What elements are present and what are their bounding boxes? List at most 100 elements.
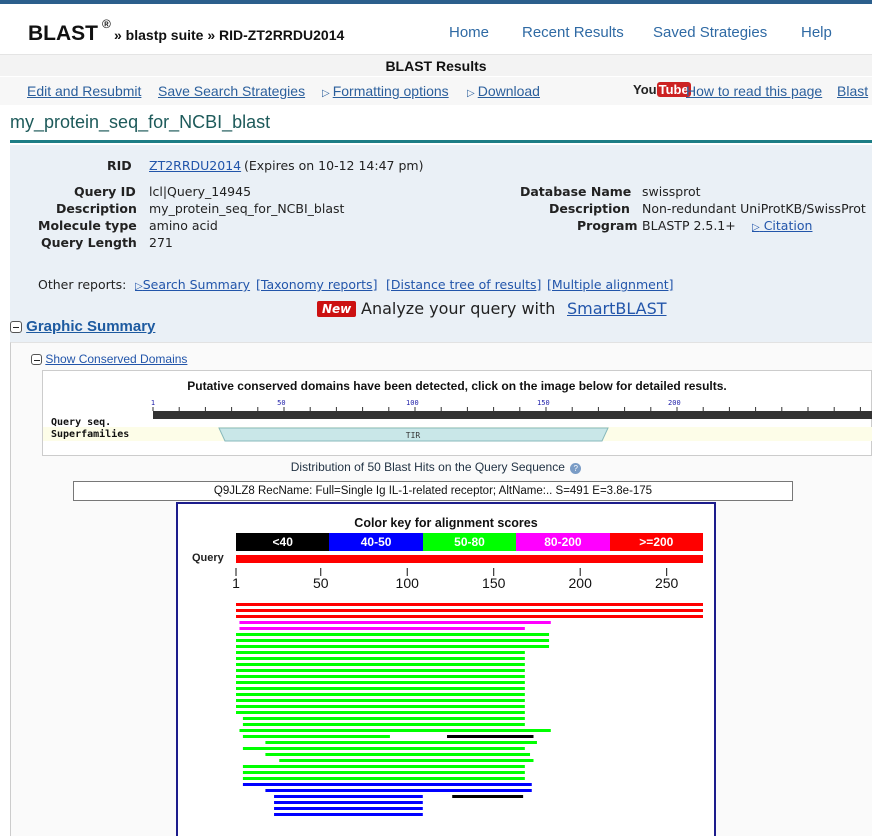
edit-resubmit-link[interactable]: Edit and Resubmit xyxy=(27,83,141,99)
distance-tree-link[interactable]: [Distance tree of results] xyxy=(386,277,541,292)
hit-bar xyxy=(274,813,423,816)
axis-tick-label: 150 xyxy=(482,575,506,591)
hit-description-box: Q9JLZ8 RecName: Full=Single Ig IL-1-rela… xyxy=(73,481,793,501)
hit-bar xyxy=(239,627,525,630)
formatting-options-label: Formatting options xyxy=(332,83,449,99)
formatting-options-link[interactable]: ▷ Formatting options xyxy=(322,83,449,99)
tir-domain-label: TIR xyxy=(406,431,421,440)
description-value: my_protein_seq_for_NCBI_blast xyxy=(149,201,345,216)
triangle-right-icon: ▷ xyxy=(322,88,330,99)
nav-saved-strategies[interactable]: Saved Strategies xyxy=(653,24,767,41)
other-reports-label: Other reports: xyxy=(38,277,127,292)
new-badge: New xyxy=(317,301,357,317)
triangle-right-icon: ▷ xyxy=(467,88,475,99)
database-name-label: Database Name xyxy=(520,184,632,199)
axis-tick-label: 200 xyxy=(569,575,593,591)
query-id-label: Query ID xyxy=(74,184,136,199)
database-description-value: Non-redundant UniProtKB/SwissProt xyxy=(642,201,866,216)
hit-bar xyxy=(265,789,532,792)
hits-svg[interactable]: 1 50 100 150 200 250 xyxy=(178,504,718,836)
title-separator xyxy=(10,140,872,143)
molecule-type-label: Molecule type xyxy=(38,218,137,233)
multiple-alignment-link[interactable]: [Multiple alignment] xyxy=(547,277,674,292)
query-length-value: 271 xyxy=(149,235,173,250)
graphic-summary-header[interactable]: Graphic Summary xyxy=(10,318,155,335)
query-info-panel: RID ZT2RRDU2014 (Expires on 10-12 14:47 … xyxy=(10,145,872,342)
conserved-domains-box[interactable]: Putative conserved domains have been det… xyxy=(42,370,872,456)
download-label: Download xyxy=(477,83,540,99)
youtube-icon[interactable]: You Tube xyxy=(633,82,691,97)
nav-help[interactable]: Help xyxy=(801,24,832,41)
cdd-tick-label: 50 xyxy=(277,399,285,407)
hit-bar xyxy=(242,717,525,720)
taxonomy-reports-link[interactable]: [Taxonomy reports] xyxy=(256,277,377,292)
alignment-distribution-plot[interactable]: Color key for alignment scores <40 40-50… xyxy=(176,502,716,836)
hit-bar xyxy=(242,765,525,768)
hit-bar xyxy=(242,735,390,738)
cdd-tick-label: 150 xyxy=(537,399,550,407)
superfamilies-label: Superfamilies xyxy=(51,428,129,440)
description-label: Description xyxy=(56,201,137,216)
show-conserved-domains-link[interactable]: Show Conserved Domains xyxy=(45,352,187,366)
smartblast-link[interactable]: SmartBLAST xyxy=(567,299,667,318)
results-toolbar: Edit and Resubmit Save Search Strategies… xyxy=(0,77,872,105)
rid-expires: (Expires on 10-12 14:47 pm) xyxy=(244,158,424,173)
hit-bar xyxy=(236,681,525,684)
help-icon[interactable]: ? xyxy=(570,463,582,474)
blast-help-link[interactable]: Blast xyxy=(837,83,868,99)
hit-bar xyxy=(236,699,525,702)
axis-tick-label: 250 xyxy=(655,575,679,591)
hit-bar xyxy=(236,687,525,690)
nav-recent-results[interactable]: Recent Results xyxy=(522,24,624,41)
triangle-right-icon: ▷ xyxy=(135,281,143,292)
distribution-title: Distribution of 50 Blast Hits on the Que… xyxy=(0,460,872,474)
query-id-value: lcl|Query_14945 xyxy=(149,184,252,199)
hit-bar xyxy=(236,657,525,660)
nav-home[interactable]: Home xyxy=(449,24,489,41)
hit-bar xyxy=(236,669,525,672)
hit-bar xyxy=(236,705,525,708)
hit-bar xyxy=(242,777,525,780)
breadcrumb: » blastp suite » RID-ZT2RRDU2014 xyxy=(114,27,345,43)
axis-tick-label: 1 xyxy=(232,575,240,591)
rid-label: RID xyxy=(107,158,132,173)
hit-bar xyxy=(236,633,550,636)
citation-link[interactable]: ▷ Citation xyxy=(752,218,812,233)
results-title-bar: BLAST Results xyxy=(0,54,872,76)
hit-bar xyxy=(279,759,534,762)
collapse-icon[interactable] xyxy=(31,354,42,366)
program-value: BLASTP 2.5.1+ xyxy=(642,218,736,233)
program-label: Program xyxy=(577,218,638,233)
query-seq-label: Query seq. xyxy=(51,417,111,428)
hit-bar xyxy=(236,615,703,618)
how-to-read-link[interactable]: How to read this page xyxy=(686,83,822,99)
molecule-type-value: amino acid xyxy=(149,218,218,233)
hit-bar xyxy=(239,729,551,732)
save-strategies-link[interactable]: Save Search Strategies xyxy=(158,83,305,99)
cdd-tick-label: 100 xyxy=(406,399,419,407)
hit-bar xyxy=(242,771,525,774)
hit-bar xyxy=(452,795,524,798)
graphic-summary-link[interactable]: Graphic Summary xyxy=(26,318,155,335)
download-link[interactable]: ▷ Download xyxy=(467,83,540,99)
hit-bar xyxy=(239,621,551,624)
collapse-icon[interactable] xyxy=(10,321,22,334)
search-summary-link[interactable]: ▷Search Summary xyxy=(135,277,250,292)
hit-bar xyxy=(236,663,525,666)
hit-bar xyxy=(236,693,525,696)
hit-bar xyxy=(236,639,550,642)
show-conserved-domains[interactable]: Show Conserved Domains xyxy=(31,352,187,366)
hit-bar xyxy=(236,645,550,648)
blast-logo[interactable]: BLAST xyxy=(28,22,98,46)
query-length-label: Query Length xyxy=(41,235,137,250)
hit-bar xyxy=(236,711,525,714)
rid-link[interactable]: ZT2RRDU2014 xyxy=(149,158,241,173)
hit-bar xyxy=(242,747,525,750)
triangle-right-icon: ▷ xyxy=(752,222,760,233)
hit-bar xyxy=(265,753,531,756)
hit-bar xyxy=(236,603,703,606)
hit-bar xyxy=(242,723,525,726)
hit-bar xyxy=(265,741,537,744)
conserved-domains-graphic[interactable]: 1 50 100 150 200 TIR Query seq. Superfamilie… xyxy=(43,371,872,457)
cdd-tick-label: 1 xyxy=(151,399,155,407)
